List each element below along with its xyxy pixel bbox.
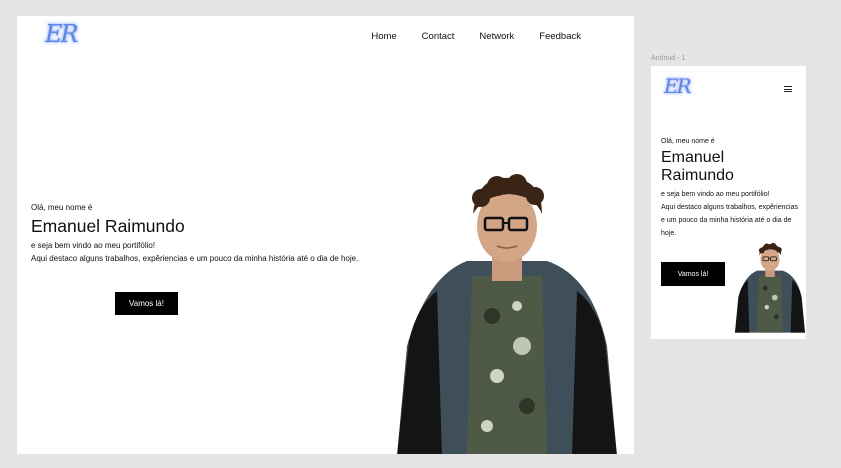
mobile-greeting: Olá, meu nome é	[661, 138, 715, 145]
mobile-cta-button[interactable]: Vamos lá!	[661, 262, 725, 286]
cta-button[interactable]: Vamos lá!	[115, 292, 178, 315]
mobile-desc-line: Aqui destaco alguns trabalhos, expêrienc…	[661, 203, 798, 211]
mobile-hero-text: Olá, meu nome é Emanuel Raimundo e seja …	[661, 138, 801, 240]
site-logo[interactable]: ER	[45, 20, 79, 48]
hero-description: Aqui destaco alguns trabalhos, expêrienc…	[31, 254, 359, 264]
main-nav: Home Contact Network Feedback	[371, 31, 581, 42]
mobile-profile-photo	[735, 242, 805, 333]
mobile-logo[interactable]: ER	[664, 74, 692, 98]
menu-icon[interactable]	[784, 86, 792, 92]
mobile-frame: ER Olá, meu nome é Emanuel Raimundo e se…	[651, 66, 806, 339]
hero-text: Olá, meu nome é Emanuel Raimundo e seja …	[31, 203, 361, 265]
hero-greeting: Olá, meu nome é	[31, 203, 93, 212]
nav-home[interactable]: Home	[371, 31, 396, 42]
nav-feedback[interactable]: Feedback	[539, 31, 581, 42]
profile-photo	[397, 174, 617, 454]
hero-name: Emanuel Raimundo	[31, 216, 185, 236]
nav-contact[interactable]: Contact	[422, 31, 455, 42]
nav-network[interactable]: Network	[479, 31, 514, 42]
hero-welcome: e seja bem vindo ao meu portifólio!	[31, 241, 156, 251]
desktop-frame: ER Home Contact Network Feedback Olá, me…	[17, 16, 634, 454]
mobile-welcome: e seja bem vindo ao meu portifólio!	[661, 190, 770, 198]
mobile-frame-label: Android - 1	[651, 55, 686, 62]
mobile-desc-line: e um pouco da minha história até o dia d…	[661, 216, 792, 224]
mobile-name: Emanuel Raimundo	[661, 149, 734, 185]
